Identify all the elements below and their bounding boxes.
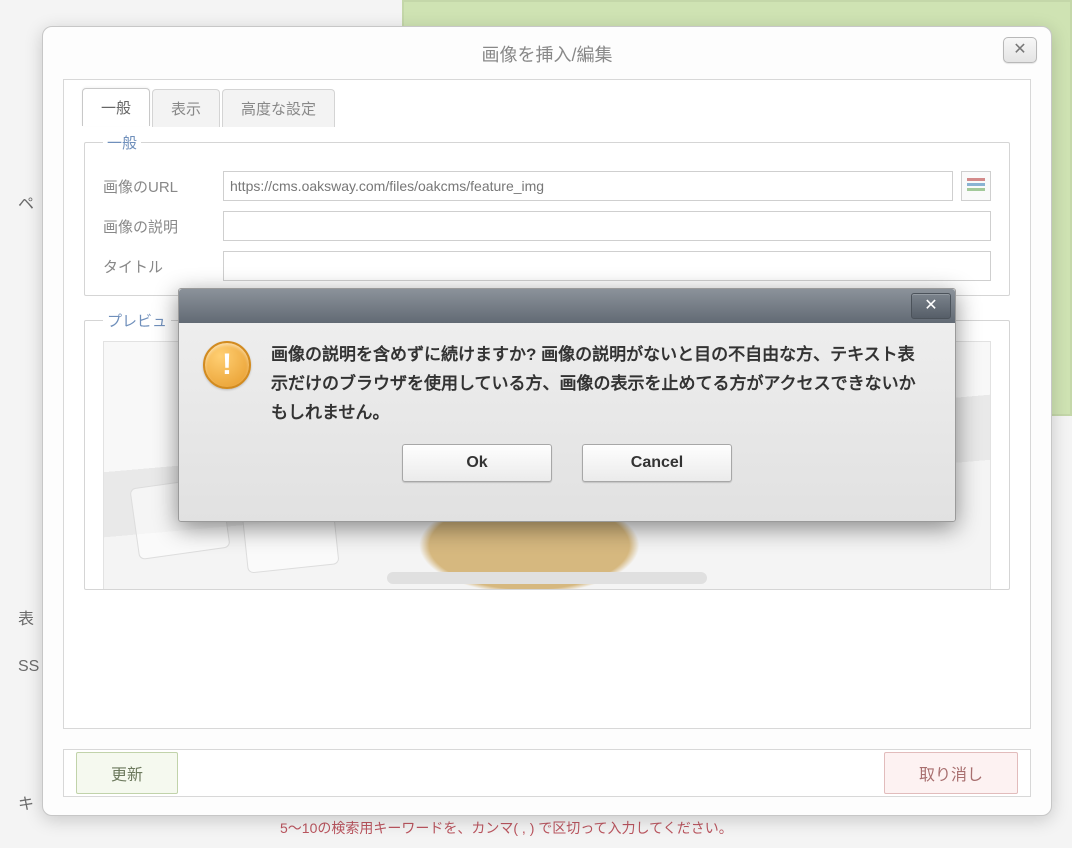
left-stub-1: ペ xyxy=(18,190,34,214)
left-stub-3: SS xyxy=(18,658,39,676)
row-title: タイトル xyxy=(103,251,991,281)
background-left-labels: ペ 表 SS キ xyxy=(0,0,44,848)
confirm-body: ! 画像の説明を含めずに続けますか? 画像の説明がないと目の不自由な方、テキスト… xyxy=(179,323,955,428)
preview-legend: プレビュ xyxy=(103,310,171,331)
label-url: 画像のURL xyxy=(103,176,223,197)
input-image-alt[interactable] xyxy=(223,211,991,241)
confirm-message: 画像の説明を含めずに続けますか? 画像の説明がないと目の不自由な方、テキスト表示… xyxy=(271,341,931,428)
confirm-button-row: Ok Cancel xyxy=(179,444,955,482)
confirm-titlebar: ✕ xyxy=(179,289,955,323)
left-stub-4: キ xyxy=(18,790,34,814)
row-alt: 画像の説明 xyxy=(103,211,991,241)
row-url: 画像のURL xyxy=(103,171,991,201)
tab-general[interactable]: 一般 xyxy=(82,88,150,126)
label-alt: 画像の説明 xyxy=(103,216,223,237)
confirm-cancel-button[interactable]: Cancel xyxy=(582,444,732,482)
dialog-footer: 更新 取り消し xyxy=(63,749,1031,797)
confirm-close-button[interactable]: ✕ xyxy=(911,293,951,319)
warning-icon: ! xyxy=(203,341,251,389)
bottom-hint-text: 5〜10の検索用キーワードを、カンマ( , ) で区切って入力してください。 xyxy=(280,818,733,838)
confirm-dialog: ✕ ! 画像の説明を含めずに続けますか? 画像の説明がないと目の不自由な方、テキ… xyxy=(178,288,956,522)
label-title: タイトル xyxy=(103,256,223,277)
preview-horizontal-scrollbar[interactable] xyxy=(387,572,707,584)
input-image-title[interactable] xyxy=(223,251,991,281)
browse-image-button[interactable] xyxy=(961,171,991,201)
confirm-ok-button[interactable]: Ok xyxy=(402,444,552,482)
tab-advanced[interactable]: 高度な設定 xyxy=(222,89,335,127)
dialog-close-button[interactable]: ✕ xyxy=(1003,37,1037,63)
input-image-url[interactable] xyxy=(223,171,953,201)
general-legend: 一般 xyxy=(103,132,141,153)
cancel-button[interactable]: 取り消し xyxy=(884,752,1018,794)
dialog-title: 画像を挿入/編集 xyxy=(43,41,1051,67)
left-stub-2: 表 xyxy=(18,605,34,629)
tab-display[interactable]: 表示 xyxy=(152,89,220,127)
general-fieldset: 一般 画像のURL 画像の説明 タイトル xyxy=(84,132,1010,296)
tab-bar: 一般 表示 高度な設定 xyxy=(82,79,337,117)
update-button[interactable]: 更新 xyxy=(76,752,178,794)
